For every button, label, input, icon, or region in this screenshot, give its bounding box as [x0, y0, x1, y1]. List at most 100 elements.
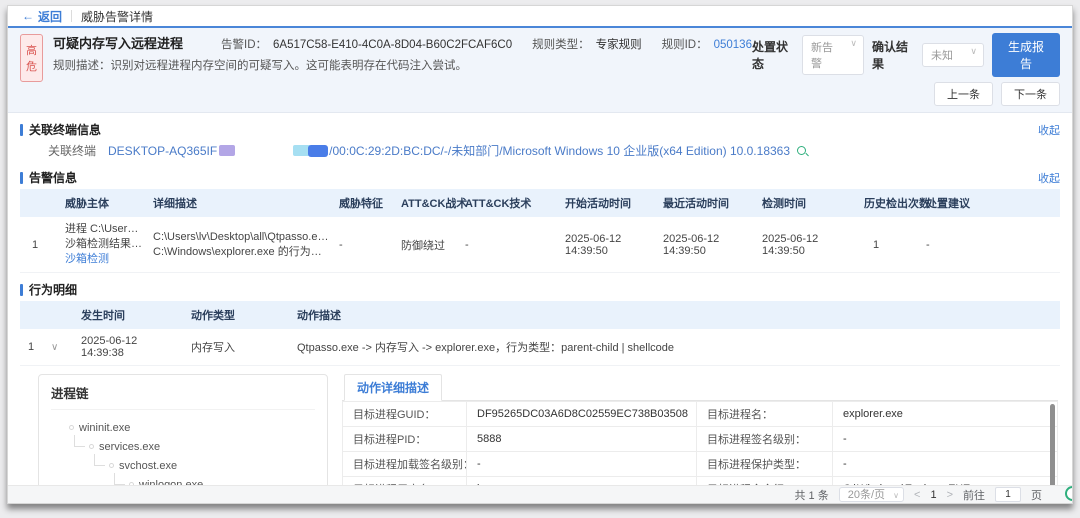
severity-badge: 高危 — [20, 34, 43, 82]
dispose-status-label: 处置状态 — [752, 38, 794, 72]
col-header: 威胁特征 — [334, 189, 396, 217]
terminal-section-title: 关联终端信息 — [29, 121, 101, 138]
redaction-block — [308, 145, 328, 157]
next-item-button[interactable]: 下一条 — [1001, 82, 1060, 106]
col-header: 发生时间 — [76, 301, 186, 329]
section-accent-bar — [20, 124, 23, 136]
field-label: 目标进程GUID： — [343, 402, 467, 427]
detail-tabbar: 动作详细描述 — [342, 374, 1058, 401]
col-header: 威胁主体 — [60, 189, 148, 217]
col-header: ATT&CK战术 — [396, 189, 460, 217]
next-page-icon[interactable]: > — [947, 489, 953, 501]
row-expand-icon[interactable]: ∨ — [51, 342, 58, 353]
behavior-section-title: 行为明细 — [29, 281, 77, 298]
confirm-result-select[interactable]: 未知∨ — [922, 43, 984, 67]
attck-tactic-cell: 防御绕过 — [396, 217, 460, 273]
sandbox-detect-link[interactable]: 沙箱检测 — [65, 252, 143, 267]
start-time-cell: 2025-06-12 14:39:50 — [560, 217, 658, 273]
suggestion-cell: - — [921, 217, 1060, 273]
alert-id-label: 告警ID： — [221, 36, 267, 52]
current-page[interactable]: 1 — [930, 489, 936, 501]
process-node[interactable]: svchost.exe — [109, 457, 315, 476]
back-arrow-icon: ← — [22, 9, 34, 23]
row-index: 1 — [20, 329, 46, 366]
process-chain-title: 进程链 — [51, 383, 315, 410]
threat-subject-cell: 进程 C:\Users\lv\Desktop\all\Qtpa... 沙箱检测结… — [60, 217, 148, 273]
section-accent-bar — [20, 172, 23, 184]
behavior-header-row: 发生时间 动作类型 动作描述 — [20, 301, 1060, 329]
process-node[interactable]: services.exe — [89, 438, 315, 457]
alert-info-collapse-link[interactable]: 收起 — [1038, 170, 1060, 186]
col-header: 处置建议 — [921, 189, 1060, 217]
tree-connector — [94, 454, 105, 466]
col-header: 动作描述 — [292, 301, 1060, 329]
alert-info-row: 1 进程 C:\Users\lv\Desktop\all\Qtpa... 沙箱检… — [20, 217, 1060, 273]
prev-item-button[interactable]: 上一条 — [934, 82, 993, 106]
behavior-action-cell: 内存写入 — [186, 329, 292, 366]
pagination-bar: 共 1 条 20条/页∨ < 1 > 前往 页 — [8, 485, 1072, 503]
prev-page-icon[interactable]: < — [914, 489, 920, 501]
page-unit-label: 页 — [1031, 487, 1042, 503]
page-title: 威胁告警详情 — [81, 8, 153, 25]
terminal-row: 关联终端 DESKTOP-AQ365IF /00:0C:29:2D:BC:DC/… — [20, 141, 1060, 164]
chevron-down-icon: ∨ — [970, 46, 977, 57]
field-value: - — [467, 452, 697, 477]
generate-report-button[interactable]: 生成报告 — [992, 33, 1060, 77]
col-header: 历史检出次数 — [859, 189, 921, 217]
total-count: 共 1 条 — [794, 487, 828, 503]
goto-page-input[interactable] — [995, 487, 1021, 502]
rule-id-link[interactable]: 050136 — [714, 39, 752, 51]
alert-info-table: 威胁主体 详细描述 威胁特征 ATT&CK战术 ATT&CK技术 开始活动时间 … — [20, 189, 1060, 273]
goto-label: 前往 — [963, 487, 985, 503]
field-label: 目标进程名： — [697, 402, 833, 427]
page-size-select[interactable]: 20条/页∨ — [839, 487, 904, 502]
search-icon[interactable] — [797, 146, 806, 155]
behavior-desc-cell: Qtpasso.exe -> 内存写入 -> explorer.exe，行为类型… — [292, 329, 1060, 366]
confirm-result-label: 确认结果 — [872, 38, 914, 72]
col-header: 检测时间 — [757, 189, 859, 217]
terminal-collapse-link[interactable]: 收起 — [1038, 122, 1060, 138]
alert-title: 可疑内存写入远程进程 — [53, 33, 183, 52]
field-value: explorer.exe — [833, 402, 1058, 427]
tree-node-icon — [109, 463, 114, 468]
dispose-status-select[interactable]: 新告警∨ — [802, 35, 864, 75]
field-value: - — [833, 452, 1058, 477]
nav-divider — [71, 10, 72, 22]
rule-type-value: 专家规则 — [596, 36, 642, 52]
field-value: DF95265DC03A6D8C02559EC738B03508 — [467, 402, 697, 427]
behavior-row: 1 ∨ 2025-06-12 14:39:38 内存写入 Qtpasso.exe… — [20, 329, 1060, 366]
row-index: 1 — [20, 217, 60, 273]
alert-summary: 高危 可疑内存写入远程进程 告警ID： 6A517C58-E410-4C0A-8… — [8, 28, 1072, 113]
terminal-hostname-link[interactable]: DESKTOP-AQ365IF — [108, 144, 217, 158]
col-header: 开始活动时间 — [560, 189, 658, 217]
tree-node-icon — [89, 444, 94, 449]
tree-node-icon — [69, 425, 74, 430]
chevron-down-icon: ∨ — [850, 38, 857, 49]
field-label: 目标进程保护类型： — [697, 452, 833, 477]
col-header: ATT&CK技术 — [460, 189, 560, 217]
terminal-info-text: /00:0C:29:2D:BC:DC/-/未知部门/Microsoft Wind… — [329, 142, 790, 159]
tree-connector — [74, 435, 85, 447]
field-value: - — [833, 427, 1058, 452]
alert-id-value: 6A517C58-E410-4C0A-8D04-B60C2FCAF6C0 — [273, 39, 512, 51]
last-time-cell: 2025-06-12 14:39:50 — [658, 217, 757, 273]
history-count-link[interactable]: 1 — [859, 217, 921, 273]
top-nav: ←返回 威胁告警详情 — [8, 6, 1072, 26]
process-node[interactable]: wininit.exe — [69, 419, 315, 438]
floating-action-icon[interactable] — [1065, 486, 1073, 501]
behavior-table: 发生时间 动作类型 动作描述 1 ∨ 2025-06-12 14:39:38 内… — [20, 301, 1060, 366]
rule-description: 规则描述：识别对远程进程内存空间的可疑写入。这可能表明存在代码注入尝试。 — [53, 57, 752, 73]
chevron-down-icon: ∨ — [893, 489, 899, 503]
col-header: 动作类型 — [186, 301, 292, 329]
back-button[interactable]: ←返回 — [22, 8, 62, 25]
tab-action-detail[interactable]: 动作详细描述 — [344, 374, 442, 401]
detail-desc-cell: C:\Users\lv\Desktop\all\Qtpasso.exe 写内存 … — [148, 217, 334, 273]
threat-feature-cell: - — [334, 217, 396, 273]
field-value: 5888 — [467, 427, 697, 452]
main-content: 关联终端信息 收起 关联终端 DESKTOP-AQ365IF /00:0C:29… — [8, 113, 1072, 504]
redaction-block — [219, 145, 235, 156]
field-label: 目标进程PID： — [343, 427, 467, 452]
col-header: 最近活动时间 — [658, 189, 757, 217]
col-header: 详细描述 — [148, 189, 334, 217]
attck-technique-cell: - — [460, 217, 560, 273]
